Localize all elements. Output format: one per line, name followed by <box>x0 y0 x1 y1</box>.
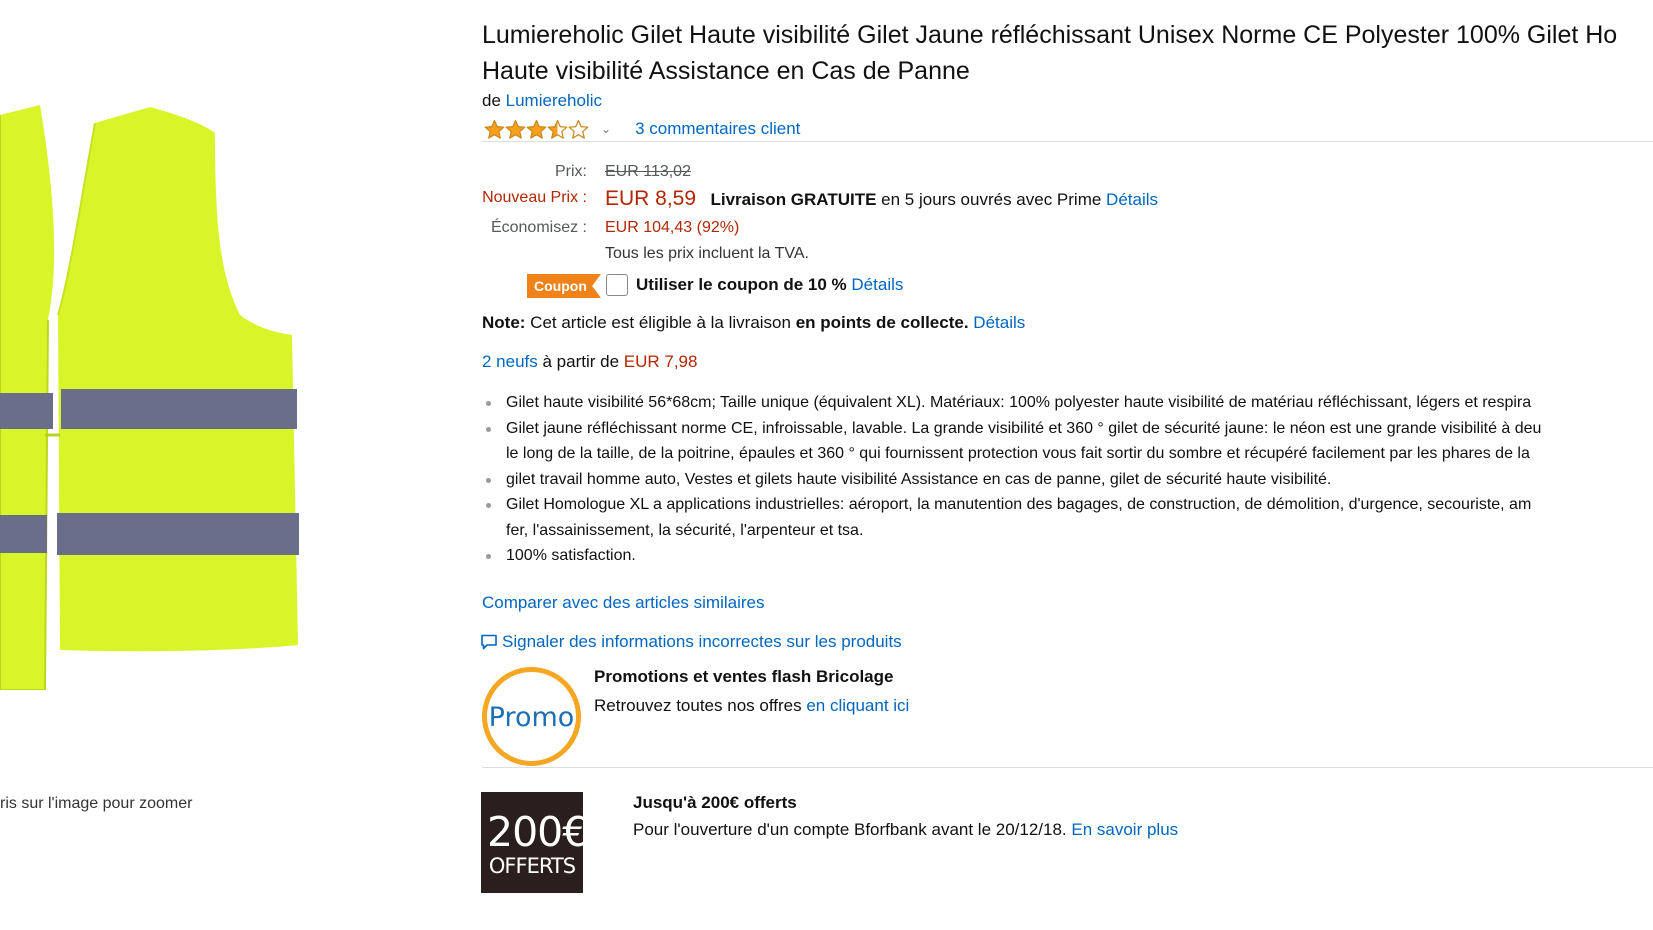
bullet-line: Gilet haute visibilité 56*68cm; Taille u… <box>506 394 1532 411</box>
delivery-note: Note: Cet article est éligible à la livr… <box>482 313 1025 333</box>
brand-link[interactable]: Lumiereholic <box>506 91 602 110</box>
savings-label: Économisez : <box>490 219 587 236</box>
safety-vest-image <box>0 105 299 691</box>
report-row: Signaler des informations incorrectes su… <box>480 632 902 652</box>
note-bold: en points de collecte. <box>795 313 969 332</box>
promo-link[interactable]: en cliquant ici <box>806 696 909 715</box>
bank-logo-amount: 200€ <box>487 808 588 856</box>
new-price-row: EUR 8,59 Livraison GRATUITE en 5 jours o… <box>605 187 1158 211</box>
bank-logo-offerts: OFFERTS <box>488 854 576 878</box>
bank-offer-text: Pour l'ouverture d'un compte Bforfbank a… <box>633 820 1072 839</box>
tva-note: Tous les prix incluent la TVA. <box>605 245 809 262</box>
bank-offer-logo[interactable]: 200€ OFFERTS <box>481 792 588 893</box>
promo-logo-text: Promo <box>489 702 575 733</box>
other-offers: 2 neufs à partir de EUR 7,98 <box>482 352 697 372</box>
star-icon <box>505 119 526 139</box>
bullet-line: Gilet jaune réfléchissant norme CE, infr… <box>506 419 1542 437</box>
bullet-item: gilet travail homme auto, Vestes et gile… <box>482 467 1653 493</box>
divider <box>482 141 1653 142</box>
bullet-item: 100% satisfaction. <box>482 543 1653 569</box>
reviews-link[interactable]: 3 commentaires client <box>635 119 800 139</box>
coupon-badge: Coupon <box>527 274 601 298</box>
report-link[interactable]: Signaler des informations incorrectes su… <box>502 632 902 652</box>
coupon-checkbox[interactable] <box>606 274 628 296</box>
bullet-line: fer, l'assainissement, la sécurité, l'ar… <box>506 521 864 539</box>
note-text: Cet article est éligible à la livraison <box>525 313 796 332</box>
promo-logo[interactable]: Promo <box>481 666 582 767</box>
bullet-line: gilet travail homme auto, Vestes et gile… <box>506 470 1332 488</box>
bullet-line: 100% satisfaction. <box>506 547 636 564</box>
star-rating[interactable] <box>484 119 589 140</box>
promo-text: Retrouvez toutes nos offres <box>594 696 807 715</box>
free-delivery-label: Livraison GRATUITE <box>710 190 877 209</box>
new-offers-link[interactable]: 2 neufs <box>482 352 538 371</box>
delivery-rest: en 5 jours ouvrés avec Prime <box>876 190 1107 209</box>
coupon-row: Utiliser le coupon de 10 % Détails <box>636 275 903 295</box>
coupon-text[interactable]: Utiliser le coupon de 10 % <box>636 275 847 294</box>
offers-price: EUR 7,98 <box>623 352 698 371</box>
bullet-item: Gilet Homologue XL a applications indust… <box>482 492 1653 543</box>
promo-title: Promotions et ventes flash Bricolage <box>594 667 894 686</box>
bullet-item: Gilet jaune réfléchissant norme CE, infr… <box>482 416 1653 467</box>
bullet-item: Gilet haute visibilité 56*68cm; Taille u… <box>482 390 1653 416</box>
feature-bullets: Gilet haute visibilité 56*68cm; Taille u… <box>482 390 1653 569</box>
divider <box>482 767 1653 768</box>
bullet-line: le long de la taille, de la poitrine, ép… <box>506 445 1530 462</box>
star-icon <box>547 119 568 139</box>
note-details-link[interactable]: Détails <box>973 313 1025 332</box>
list-price-value: EUR 113,02 <box>605 163 691 180</box>
savings-value: EUR 104,43 (92%) <box>605 219 740 236</box>
bank-offer-title: Jusqu'à 200€ offerts <box>633 793 797 812</box>
bank-offer-link[interactable]: En savoir plus <box>1071 820 1178 839</box>
byline: de Lumiereholic <box>482 91 602 111</box>
note-label: Note: <box>482 313 526 332</box>
bullet-line: Gilet Homologue XL a applications indust… <box>506 496 1532 513</box>
speech-bubble-icon <box>481 634 497 650</box>
bank-offer-text-row: Pour l'ouverture d'un compte Bforfbank a… <box>633 820 1178 840</box>
promo-text-block: Retrouvez toutes nos offres en cliquant … <box>594 693 924 718</box>
compare-link[interactable]: Comparer avec des articles similaires <box>482 593 764 613</box>
rating-row: ⌄ 3 commentaires client <box>484 117 800 141</box>
chevron-down-icon[interactable]: ⌄ <box>601 122 611 136</box>
star-icon <box>526 119 547 139</box>
star-icon <box>568 119 589 139</box>
promo-badge-icon: Promo <box>482 667 581 766</box>
star-icon <box>484 119 505 139</box>
product-title-line-2: Haute visibilité Assistance en Cas de Pa… <box>482 57 970 85</box>
product-title: Lumiereholic Gilet Haute visibilité Gile… <box>482 17 1653 89</box>
product-title-line-1: Lumiereholic Gilet Haute visibilité Gile… <box>482 21 1618 49</box>
product-image[interactable] <box>0 105 300 691</box>
delivery-details-link[interactable]: Détails <box>1106 190 1158 209</box>
byline-prefix: de <box>482 91 506 110</box>
zoom-hint: ris sur l'image pour zoomer <box>0 795 193 812</box>
offers-middle: à partir de <box>537 352 624 371</box>
delivery-info: Livraison GRATUITE en 5 jours ouvrés ave… <box>711 190 1159 209</box>
new-price-label: Nouveau Prix : <box>482 189 587 206</box>
coupon-details-link[interactable]: Détails <box>851 275 903 294</box>
list-price-label: Prix: <box>555 163 587 180</box>
new-price-value: EUR 8,59 <box>605 187 697 210</box>
